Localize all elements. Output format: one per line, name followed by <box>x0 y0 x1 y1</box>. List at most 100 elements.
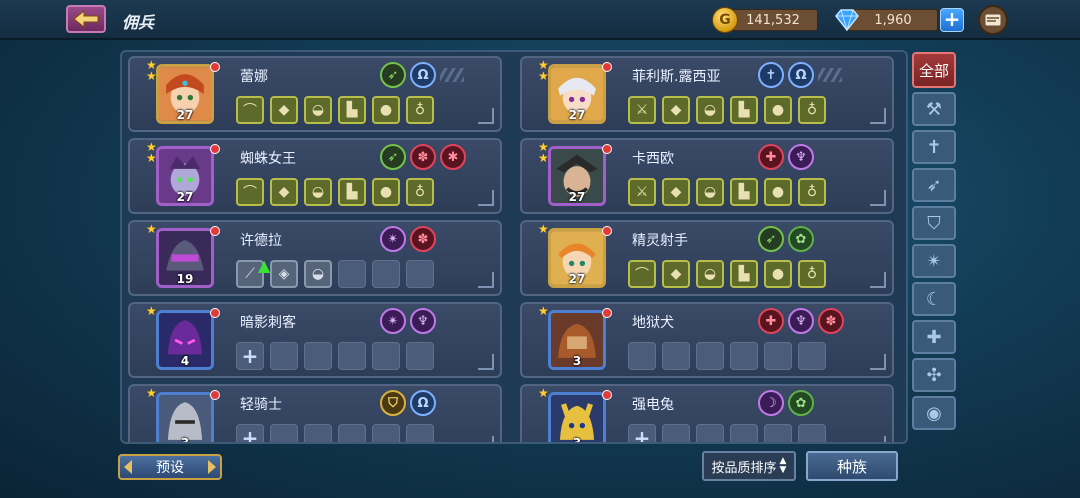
top-bar: 佣兵 141,532 G 1,960 + <box>0 0 1080 40</box>
sort-by-quality-button[interactable]: 按品质排序 ▲ ▼ <box>702 451 796 481</box>
hero-card-elf-archer[interactable]: ★ 27 精灵射手 ➶ ✿ ⌒ ◆ ◒ ▙ ● ♁ <box>520 220 894 296</box>
empty-equipment-slot[interactable] <box>406 424 434 442</box>
trait-icons: ➶ Ω <box>380 62 436 88</box>
empty-equipment-slot[interactable] <box>338 342 366 370</box>
empty-equipment-slot[interactable] <box>798 424 826 442</box>
empty-equipment-slot[interactable] <box>730 424 758 442</box>
boots-equipment-icon[interactable]: ▙ <box>730 96 758 124</box>
filter-knight-icon[interactable]: ✚ <box>912 320 956 354</box>
helmet-equipment-icon[interactable]: ◒ <box>696 260 724 288</box>
boots-equipment-icon[interactable]: ▙ <box>338 178 366 206</box>
ring-equipment-icon[interactable]: ♁ <box>406 178 434 206</box>
armor-equipment-icon[interactable]: ◈ <box>270 260 298 288</box>
mail-button[interactable] <box>978 5 1008 35</box>
filter-assassin-icon[interactable]: ✴ <box>912 244 956 278</box>
helmet-equipment-icon[interactable]: ◒ <box>696 96 724 124</box>
helmet-equipment-icon[interactable]: ◒ <box>696 178 724 206</box>
add-equipment-icon[interactable]: + <box>628 424 656 442</box>
helmet-equipment-icon[interactable]: ◒ <box>304 178 332 206</box>
hero-card-lena[interactable]: ★ ★ 27 蕾娜 ➶ Ω ⌒ ◆ ◒ ▙ ● ♁ <box>128 56 502 132</box>
amulet-equipment-icon[interactable]: ● <box>764 260 792 288</box>
preset-button[interactable]: 预设 <box>118 454 222 480</box>
filter-all-button[interactable]: 全部 <box>912 52 956 88</box>
empty-equipment-slot[interactable] <box>304 342 332 370</box>
helmet-equipment-icon[interactable]: ◒ <box>304 260 332 288</box>
empty-equipment-slot[interactable] <box>798 342 826 370</box>
ring-equipment-icon[interactable]: ♁ <box>406 96 434 124</box>
filter-tank-icon[interactable]: ⛉ <box>912 206 956 240</box>
ring-equipment-icon[interactable]: ♁ <box>798 96 826 124</box>
empty-equipment-slot[interactable] <box>270 342 298 370</box>
armor-equipment-icon[interactable]: ◆ <box>270 96 298 124</box>
hero-card-felis-lucia[interactable]: ★ ★ 27 菲利斯.露西亚 ✝ Ω ⚔ ◆ ◒ ▙ ● ♁ <box>520 56 894 132</box>
empty-equipment-slot[interactable] <box>730 342 758 370</box>
hero-card-spider-queen[interactable]: ★ ★ 27 蜘蛛女王 ➶ ✽ ✱ ⌒ ◆ ◒ ▙ ● ♁ <box>128 138 502 214</box>
hero-card-hydra[interactable]: ★ 19 许德拉 ✴ ✽ ⟋ ▲ ◈ ◒ <box>128 220 502 296</box>
empty-equipment-slot[interactable] <box>696 342 724 370</box>
empty-equipment-slot[interactable] <box>338 424 366 442</box>
hero-card-cassio[interactable]: ★ ★ 27 卡西欧 ✚ ♆ ⚔ ◆ ◒ ▙ ● ♁ <box>520 138 894 214</box>
bow-equipment-icon[interactable]: ⌒ <box>236 96 264 124</box>
sword-equipment-icon[interactable]: ⟋ ▲ <box>236 256 270 288</box>
race-button[interactable]: 种族 <box>806 451 898 481</box>
boots-equipment-icon[interactable]: ▙ <box>730 178 758 206</box>
empty-equipment-slot[interactable] <box>662 342 690 370</box>
boots-equipment-icon[interactable]: ▙ <box>730 260 758 288</box>
sword-equipment-icon[interactable]: ⚔ <box>628 178 656 206</box>
warrior-class-icon: ✚ <box>758 308 784 334</box>
filter-archer-icon[interactable]: ➶ <box>912 168 956 202</box>
add-gems-button[interactable]: + <box>940 8 964 32</box>
armor-equipment-icon[interactable]: ◆ <box>662 178 690 206</box>
trait-icons: ☽ ✿ <box>758 390 814 416</box>
add-equipment-icon[interactable]: + <box>236 424 264 442</box>
filter-support-icon[interactable]: ✣ <box>912 358 956 392</box>
spider-race-icon: ✱ <box>440 144 466 170</box>
empty-equipment-slot[interactable] <box>304 424 332 442</box>
filter-priest-icon[interactable]: ✝ <box>912 130 956 164</box>
hero-card-hellhound[interactable]: ★ 3 地狱犬 ✚ ♆ ✽ <box>520 302 894 378</box>
ring-equipment-icon[interactable]: ♁ <box>798 178 826 206</box>
empty-equipment-slot[interactable] <box>270 424 298 442</box>
boots-equipment-icon[interactable]: ▙ <box>338 96 366 124</box>
empty-equipment-slot[interactable] <box>406 342 434 370</box>
armor-equipment-icon[interactable]: ◆ <box>662 260 690 288</box>
empty-equipment-slot[interactable] <box>764 342 792 370</box>
equipment-slots: ⌒ ◆ ◒ ▙ ● ♁ <box>628 260 826 288</box>
hero-card-thunder-rabbit[interactable]: ★ 3 强电兔 ☽ ✿ + <box>520 384 894 442</box>
back-button[interactable] <box>66 5 106 33</box>
bow-equipment-icon[interactable]: ⌒ <box>628 260 656 288</box>
equipment-slots: ⚔ ◆ ◒ ▙ ● ♁ <box>628 96 826 124</box>
empty-equipment-slot[interactable] <box>696 424 724 442</box>
notification-dot <box>602 144 612 154</box>
bow-equipment-icon[interactable]: ⌒ <box>236 178 264 206</box>
amulet-equipment-icon[interactable]: ● <box>764 178 792 206</box>
trait-icons: ✚ ♆ <box>758 144 814 170</box>
hero-card-shadow-assassin[interactable]: ★ 4 暗影刺客 ✴ ♆ + <box>128 302 502 378</box>
filter-warrior-icon[interactable]: ⚒ <box>912 92 956 126</box>
hero-card-light-knight[interactable]: ★ 3 轻骑士 ⛉ Ω + <box>128 384 502 442</box>
demon-race-icon: ♆ <box>788 144 814 170</box>
empty-equipment-slot[interactable] <box>372 342 400 370</box>
empty-equipment-slot[interactable] <box>406 260 434 288</box>
empty-equipment-slot[interactable] <box>338 260 366 288</box>
filter-mage-icon[interactable]: ☾ <box>912 282 956 316</box>
ring-equipment-icon[interactable]: ♁ <box>798 260 826 288</box>
amulet-equipment-icon[interactable]: ● <box>372 96 400 124</box>
hero-name: 蜘蛛女王 <box>240 151 296 167</box>
sort-label: 按品质排序 <box>711 460 777 476</box>
empty-equipment-slot[interactable] <box>628 342 656 370</box>
armor-equipment-icon[interactable]: ◆ <box>662 96 690 124</box>
empty-equipment-slot[interactable] <box>764 424 792 442</box>
amulet-equipment-icon[interactable]: ● <box>764 96 792 124</box>
armor-equipment-icon[interactable]: ◆ <box>270 178 298 206</box>
empty-equipment-slot[interactable] <box>372 260 400 288</box>
empty-equipment-slot[interactable] <box>662 424 690 442</box>
amulet-equipment-icon[interactable]: ● <box>372 178 400 206</box>
helmet-equipment-icon[interactable]: ◒ <box>304 96 332 124</box>
sword-equipment-icon[interactable]: ⚔ <box>628 96 656 124</box>
assassin-class-icon: ✴ <box>380 308 406 334</box>
filter-special-icon[interactable]: ◉ <box>912 396 956 430</box>
empty-equipment-slot[interactable] <box>372 424 400 442</box>
add-equipment-icon[interactable]: + <box>236 342 264 370</box>
hero-name: 强电兔 <box>632 397 674 413</box>
